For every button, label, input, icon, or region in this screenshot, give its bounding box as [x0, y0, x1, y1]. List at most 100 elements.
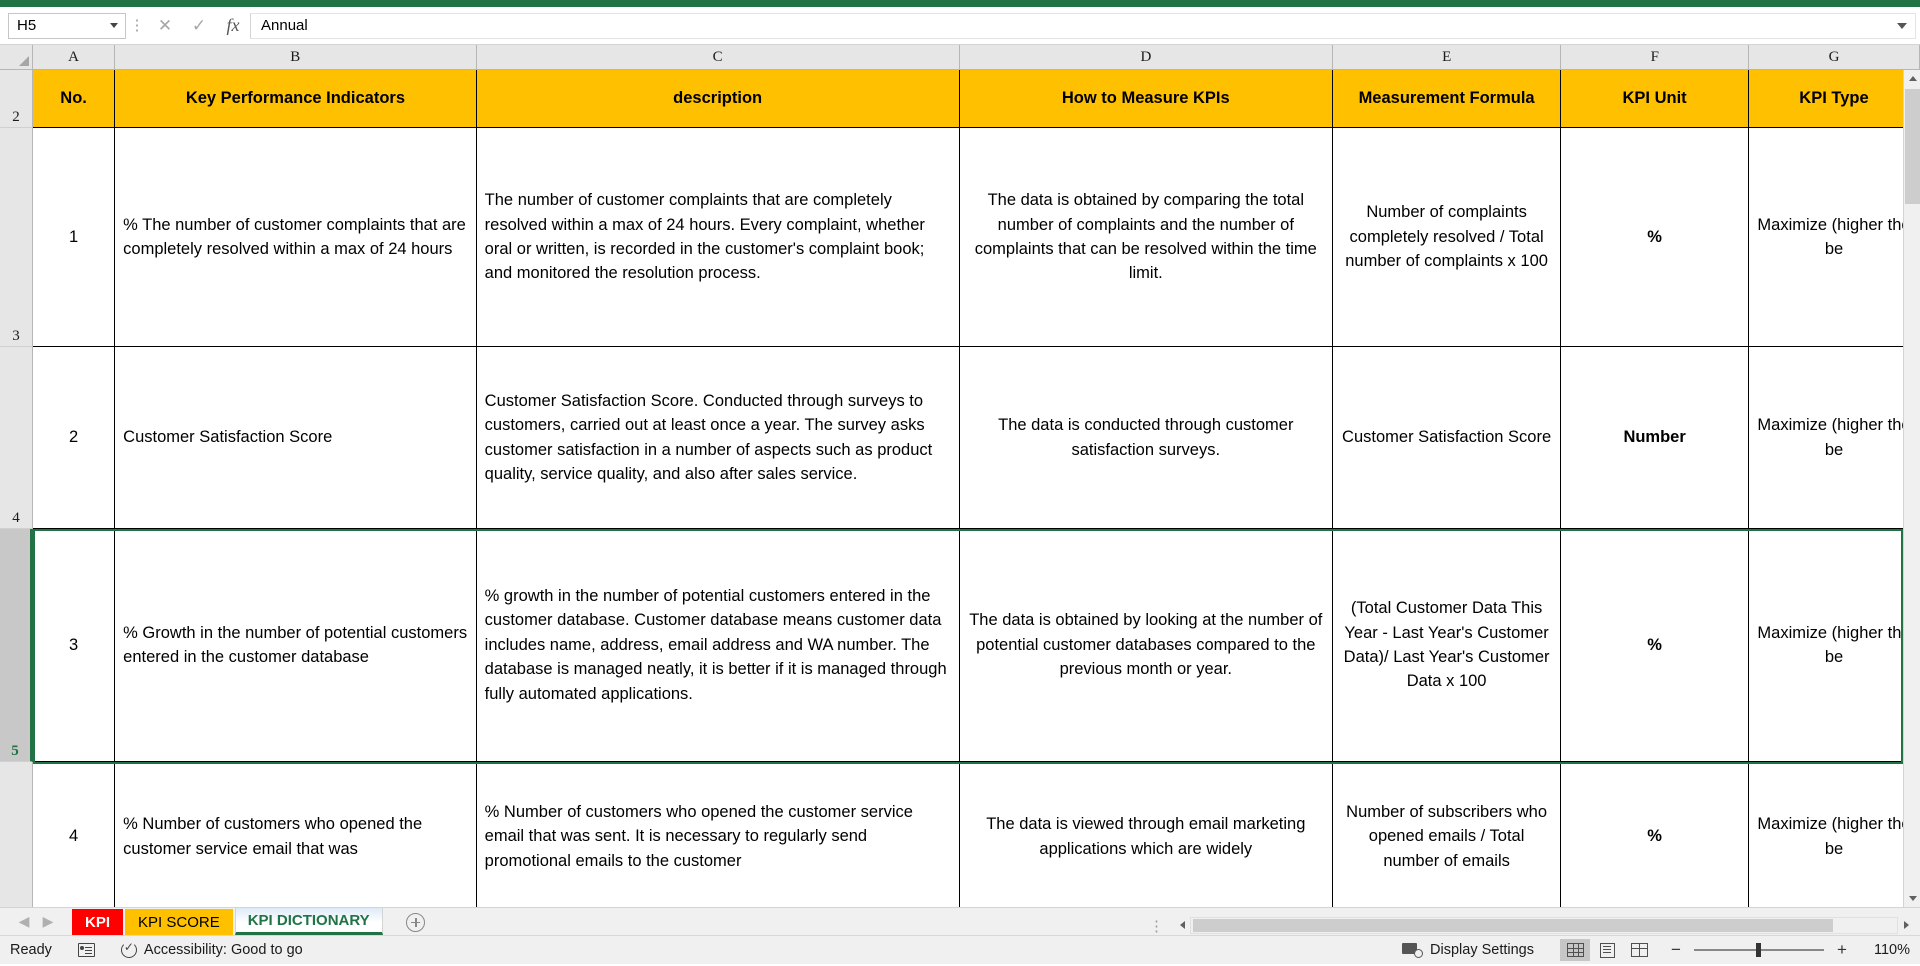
display-settings-icon	[1402, 942, 1424, 958]
header-cell-formula[interactable]: Measurement Formula	[1332, 70, 1562, 128]
column-header-f[interactable]: F	[1561, 45, 1750, 69]
sheet-tab-bar: ◀ ▶ KPI KPI SCORE KPI DICTIONARY ⋮	[0, 907, 1920, 935]
sheet-tab-kpi-score[interactable]: KPI SCORE	[125, 909, 233, 935]
column-header-e[interactable]: E	[1333, 45, 1562, 69]
cell-description-2[interactable]: Customer Satisfaction Score. Conducted t…	[476, 347, 960, 529]
cell-no-3[interactable]: 3	[33, 529, 116, 762]
cell-description-4[interactable]: % Number of customers who opened the cus…	[477, 762, 960, 907]
name-box[interactable]: H5	[8, 12, 126, 39]
cell-how-to-measure-1[interactable]: The data is obtained by comparing the to…	[959, 128, 1333, 347]
macro-record-button[interactable]	[77, 943, 95, 957]
column-header-c[interactable]: C	[476, 45, 960, 69]
cell-unit-1[interactable]: %	[1561, 128, 1749, 347]
cell-kpi-2[interactable]: Customer Satisfaction Score	[115, 347, 477, 529]
horizontal-scrollbar-track[interactable]	[1190, 916, 1898, 934]
cell-type-3[interactable]: Maximize (higher the be	[1749, 529, 1920, 762]
display-settings-label: Display Settings	[1430, 942, 1534, 958]
header-cell-kpi[interactable]: Key Performance Indicators	[115, 70, 477, 128]
cell-description-1[interactable]: The number of customer complaints that a…	[476, 128, 960, 347]
scroll-down-button[interactable]	[1904, 890, 1920, 907]
table-row-selected[interactable]: 5 3 % Growth in the number of potential …	[0, 529, 1920, 762]
status-ready: Ready	[10, 942, 52, 958]
zoom-slider-thumb[interactable]	[1756, 943, 1761, 957]
cell-how-to-measure-3[interactable]: The data is obtained by looking at the n…	[959, 529, 1333, 762]
column-header-d[interactable]: D	[959, 45, 1334, 69]
cell-type-4[interactable]: Maximize (higher the be	[1749, 762, 1920, 907]
cell-formula-3[interactable]: (Total Customer Data This Year - Last Ye…	[1332, 529, 1562, 762]
cell-description-3[interactable]: % growth in the number of potential cust…	[476, 529, 960, 762]
header-cell-no[interactable]: No.	[33, 70, 116, 128]
cell-kpi-3[interactable]: % Growth in the number of potential cust…	[115, 529, 477, 762]
header-cell-type[interactable]: KPI Type	[1749, 70, 1920, 128]
zoom-slider-track[interactable]	[1694, 943, 1824, 957]
cell-type-1[interactable]: Maximize (higher the be	[1749, 128, 1920, 347]
display-settings-button[interactable]: Display Settings	[1402, 942, 1534, 958]
horizontal-scrollbar-thumb[interactable]	[1193, 918, 1833, 932]
horizontal-scrollbar[interactable]	[1174, 915, 1914, 935]
add-sheet-button[interactable]	[403, 909, 429, 935]
cell-unit-4[interactable]: %	[1561, 762, 1749, 907]
chevron-down-icon	[1908, 896, 1917, 901]
expand-formula-bar-icon[interactable]	[1897, 22, 1907, 29]
sheet-nav-buttons: ◀ ▶	[6, 907, 66, 935]
header-cell-description[interactable]: description	[476, 70, 960, 128]
zoom-in-button[interactable]: +	[1834, 940, 1850, 960]
page-break-preview-button[interactable]	[1624, 939, 1654, 961]
cell-how-to-measure-4[interactable]: The data is viewed through email marketi…	[960, 762, 1333, 907]
chevron-left-icon[interactable]: ◀	[12, 909, 36, 933]
zoom-out-button[interactable]: −	[1668, 940, 1684, 960]
cell-formula-2[interactable]: Customer Satisfaction Score	[1332, 347, 1562, 529]
sheet-tab-kpi[interactable]: KPI	[72, 909, 124, 935]
sheet-tab-kpi-dictionary[interactable]: KPI DICTIONARY	[234, 907, 383, 935]
confirm-entry-icon[interactable]: ✓	[182, 13, 216, 39]
page-layout-view-button[interactable]	[1592, 939, 1622, 961]
select-all-corner[interactable]	[0, 45, 33, 69]
cell-formula-1[interactable]: Number of complaints completely resolved…	[1332, 128, 1562, 347]
vertical-scrollbar[interactable]	[1903, 70, 1920, 907]
cell-unit-2[interactable]: Number	[1561, 347, 1749, 529]
horizontal-scroll-grip[interactable]: ⋮	[1139, 917, 1174, 935]
macro-record-icon	[77, 943, 95, 957]
page-break-preview-icon	[1630, 943, 1648, 957]
cell-no-1[interactable]: 1	[33, 128, 116, 347]
spreadsheet-grid[interactable]: A B C D E F G 2 No. Key Performance Indi…	[0, 45, 1920, 907]
table-row[interactable]: 3 1 % The number of customer complaints …	[0, 128, 1920, 347]
row-header-5[interactable]: 5	[0, 529, 33, 762]
normal-view-button[interactable]	[1560, 939, 1590, 961]
row-header-2[interactable]: 2	[0, 70, 33, 128]
cell-no-4[interactable]: 4	[33, 762, 116, 907]
column-header-b[interactable]: B	[115, 45, 477, 69]
table-row[interactable]: 4 % Number of customers who opened the c…	[0, 762, 1920, 907]
cell-kpi-1[interactable]: % The number of customer complaints that…	[115, 128, 477, 347]
formula-input[interactable]: Annual	[250, 12, 1916, 39]
page-layout-icon	[1599, 942, 1615, 958]
formula-bar-drag-handle[interactable]: ⋮	[126, 18, 148, 33]
cell-no-2[interactable]: 2	[33, 347, 116, 529]
normal-view-icon	[1566, 943, 1584, 957]
scroll-left-button[interactable]	[1174, 916, 1190, 934]
header-cell-unit[interactable]: KPI Unit	[1561, 70, 1749, 128]
row-header-4[interactable]: 4	[0, 347, 33, 529]
header-cell-how-to-measure[interactable]: How to Measure KPIs	[959, 70, 1333, 128]
cell-kpi-4[interactable]: % Number of customers who opened the cus…	[115, 762, 477, 907]
zoom-level-label[interactable]: 110%	[1860, 942, 1910, 958]
column-header-a[interactable]: A	[33, 45, 116, 69]
column-header-g[interactable]: G	[1749, 45, 1920, 69]
cell-type-2[interactable]: Maximize (higher the be	[1749, 347, 1920, 529]
row-header-6[interactable]	[0, 762, 33, 907]
scroll-up-button[interactable]	[1904, 70, 1920, 87]
cell-formula-4[interactable]: Number of subscribers who opened emails …	[1333, 762, 1562, 907]
accessibility-icon	[120, 940, 137, 958]
chevron-right-icon[interactable]: ▶	[36, 909, 60, 933]
insert-function-icon[interactable]: fx	[216, 13, 250, 39]
accessibility-status[interactable]: Accessibility: Good to go	[120, 940, 303, 958]
chevron-up-icon	[1908, 76, 1917, 81]
chevron-down-icon[interactable]	[110, 23, 118, 28]
vertical-scrollbar-thumb[interactable]	[1905, 89, 1920, 204]
row-header-3[interactable]: 3	[0, 128, 33, 347]
table-row[interactable]: 4 2 Customer Satisfaction Score Customer…	[0, 347, 1920, 529]
scroll-right-button[interactable]	[1898, 916, 1914, 934]
cell-how-to-measure-2[interactable]: The data is conducted through customer s…	[959, 347, 1333, 529]
cell-unit-3[interactable]: %	[1561, 529, 1749, 762]
cancel-entry-icon[interactable]: ✕	[148, 13, 182, 39]
